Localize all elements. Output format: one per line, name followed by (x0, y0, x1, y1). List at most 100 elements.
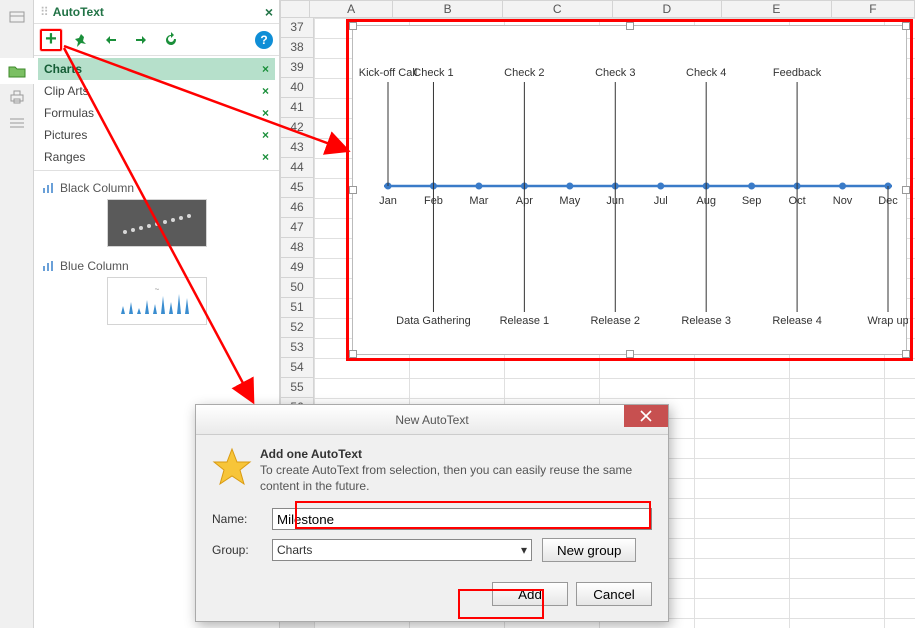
preview-area: Black Column Blue Column ~ (34, 171, 279, 347)
category-pictures[interactable]: Pictures × (38, 124, 275, 146)
preview-thumb (107, 199, 207, 247)
row-header[interactable]: 43 (280, 138, 314, 158)
column-header[interactable]: D (613, 0, 723, 18)
column-header[interactable]: F (832, 0, 915, 18)
new-group-button[interactable]: New group (542, 538, 636, 562)
preview-blue-column[interactable]: Blue Column ~ (42, 259, 271, 325)
side-tab-strip (0, 0, 34, 628)
preview-label: Black Column (60, 181, 134, 195)
pin-button[interactable] (70, 29, 92, 51)
dialog-close-button[interactable] (624, 405, 668, 427)
column-header[interactable]: B (393, 0, 503, 18)
row-header[interactable]: 54 (280, 358, 314, 378)
svg-text:Sep: Sep (742, 195, 762, 207)
row-header[interactable]: 41 (280, 98, 314, 118)
side-tab-print[interactable] (0, 84, 34, 110)
category-label: Ranges (44, 150, 262, 164)
category-label: Formulas (44, 106, 262, 120)
row-header[interactable]: 47 (280, 218, 314, 238)
grip-icon: ⠿ (40, 5, 49, 19)
category-label: Pictures (44, 128, 262, 142)
svg-text:Release 4: Release 4 (772, 315, 822, 327)
category-cliparts[interactable]: Clip Arts × (38, 80, 275, 102)
row-header[interactable]: 45 (280, 178, 314, 198)
add-autotext-button[interactable]: + (40, 29, 62, 51)
preview-thumb: ~ (107, 277, 207, 325)
group-select[interactable]: Charts ▾ (272, 539, 532, 561)
preview-black-column[interactable]: Black Column (42, 181, 271, 247)
svg-text:Data Gathering: Data Gathering (396, 315, 471, 327)
svg-text:May: May (559, 195, 580, 207)
side-tab-generic-1[interactable] (0, 4, 34, 30)
svg-text:Wrap up: Wrap up (867, 315, 908, 327)
category-formulas[interactable]: Formulas × (38, 102, 275, 124)
row-header[interactable]: 38 (280, 38, 314, 58)
panel-close-button[interactable]: × (265, 4, 273, 20)
add-button[interactable]: Add (492, 582, 568, 606)
delete-icon[interactable]: × (262, 128, 269, 142)
row-header[interactable]: 44 (280, 158, 314, 178)
category-charts[interactable]: Charts × (38, 58, 275, 80)
column-header[interactable] (280, 0, 310, 18)
svg-text:Nov: Nov (833, 195, 853, 207)
row-header[interactable]: 53 (280, 338, 314, 358)
preview-label: Blue Column (60, 259, 129, 273)
svg-text:~: ~ (154, 285, 159, 294)
dialog-heading: Add one AutoText (260, 447, 652, 461)
star-icon (212, 447, 252, 487)
chart-icon (42, 182, 56, 194)
chart-icon (42, 260, 56, 272)
row-header[interactable]: 52 (280, 318, 314, 338)
dialog-titlebar[interactable]: New AutoText (196, 405, 668, 435)
dialog-description: To create AutoText from selection, then … (260, 463, 652, 494)
svg-text:Check 4: Check 4 (686, 67, 726, 79)
side-tab-folder[interactable] (0, 58, 34, 84)
svg-text:Release 2: Release 2 (590, 315, 640, 327)
help-button[interactable]: ? (255, 31, 273, 49)
delete-icon[interactable]: × (262, 106, 269, 120)
svg-text:Mar: Mar (469, 195, 488, 207)
panel-title: AutoText (53, 5, 265, 19)
row-header[interactable]: 50 (280, 278, 314, 298)
row-header[interactable]: 39 (280, 58, 314, 78)
svg-text:Jul: Jul (654, 195, 668, 207)
row-header[interactable]: 37 (280, 18, 314, 38)
category-label: Charts (44, 62, 262, 76)
group-selected-value: Charts (277, 543, 312, 557)
row-header[interactable]: 51 (280, 298, 314, 318)
svg-text:Release 1: Release 1 (500, 315, 550, 327)
chart-svg: JanFebMarAprMayJunJulAugSepOctNovDecKick… (353, 26, 908, 356)
new-autotext-dialog: New AutoText Add one AutoText To create … (195, 404, 669, 622)
svg-text:Check 2: Check 2 (504, 67, 544, 79)
timeline-chart[interactable]: JanFebMarAprMayJunJulAugSepOctNovDecKick… (352, 25, 907, 355)
column-header[interactable]: E (722, 0, 832, 18)
category-label: Clip Arts (44, 84, 262, 98)
delete-icon[interactable]: × (262, 62, 269, 76)
row-header[interactable]: 40 (280, 78, 314, 98)
name-input[interactable] (272, 508, 652, 530)
refresh-button[interactable] (160, 29, 182, 51)
import-button[interactable] (100, 29, 122, 51)
column-headers: ABCDEF (280, 0, 915, 18)
row-header[interactable]: 42 (280, 118, 314, 138)
delete-icon[interactable]: × (262, 84, 269, 98)
row-header[interactable]: 49 (280, 258, 314, 278)
name-label: Name: (212, 512, 262, 526)
column-header[interactable]: A (310, 0, 393, 18)
cancel-button[interactable]: Cancel (576, 582, 652, 606)
svg-text:Check 3: Check 3 (595, 67, 635, 79)
side-tab-list[interactable] (0, 110, 34, 136)
chevron-down-icon: ▾ (521, 543, 527, 557)
export-button[interactable] (130, 29, 152, 51)
category-list: Charts × Clip Arts × Formulas × Pictures… (34, 56, 279, 171)
svg-text:Kick-off Call: Kick-off Call (359, 67, 417, 79)
row-header[interactable]: 46 (280, 198, 314, 218)
group-label: Group: (212, 543, 262, 557)
column-header[interactable]: C (503, 0, 613, 18)
row-header[interactable]: 48 (280, 238, 314, 258)
delete-icon[interactable]: × (262, 150, 269, 164)
svg-text:Release 3: Release 3 (681, 315, 731, 327)
svg-text:Jan: Jan (379, 195, 397, 207)
row-header[interactable]: 55 (280, 378, 314, 398)
category-ranges[interactable]: Ranges × (38, 146, 275, 168)
